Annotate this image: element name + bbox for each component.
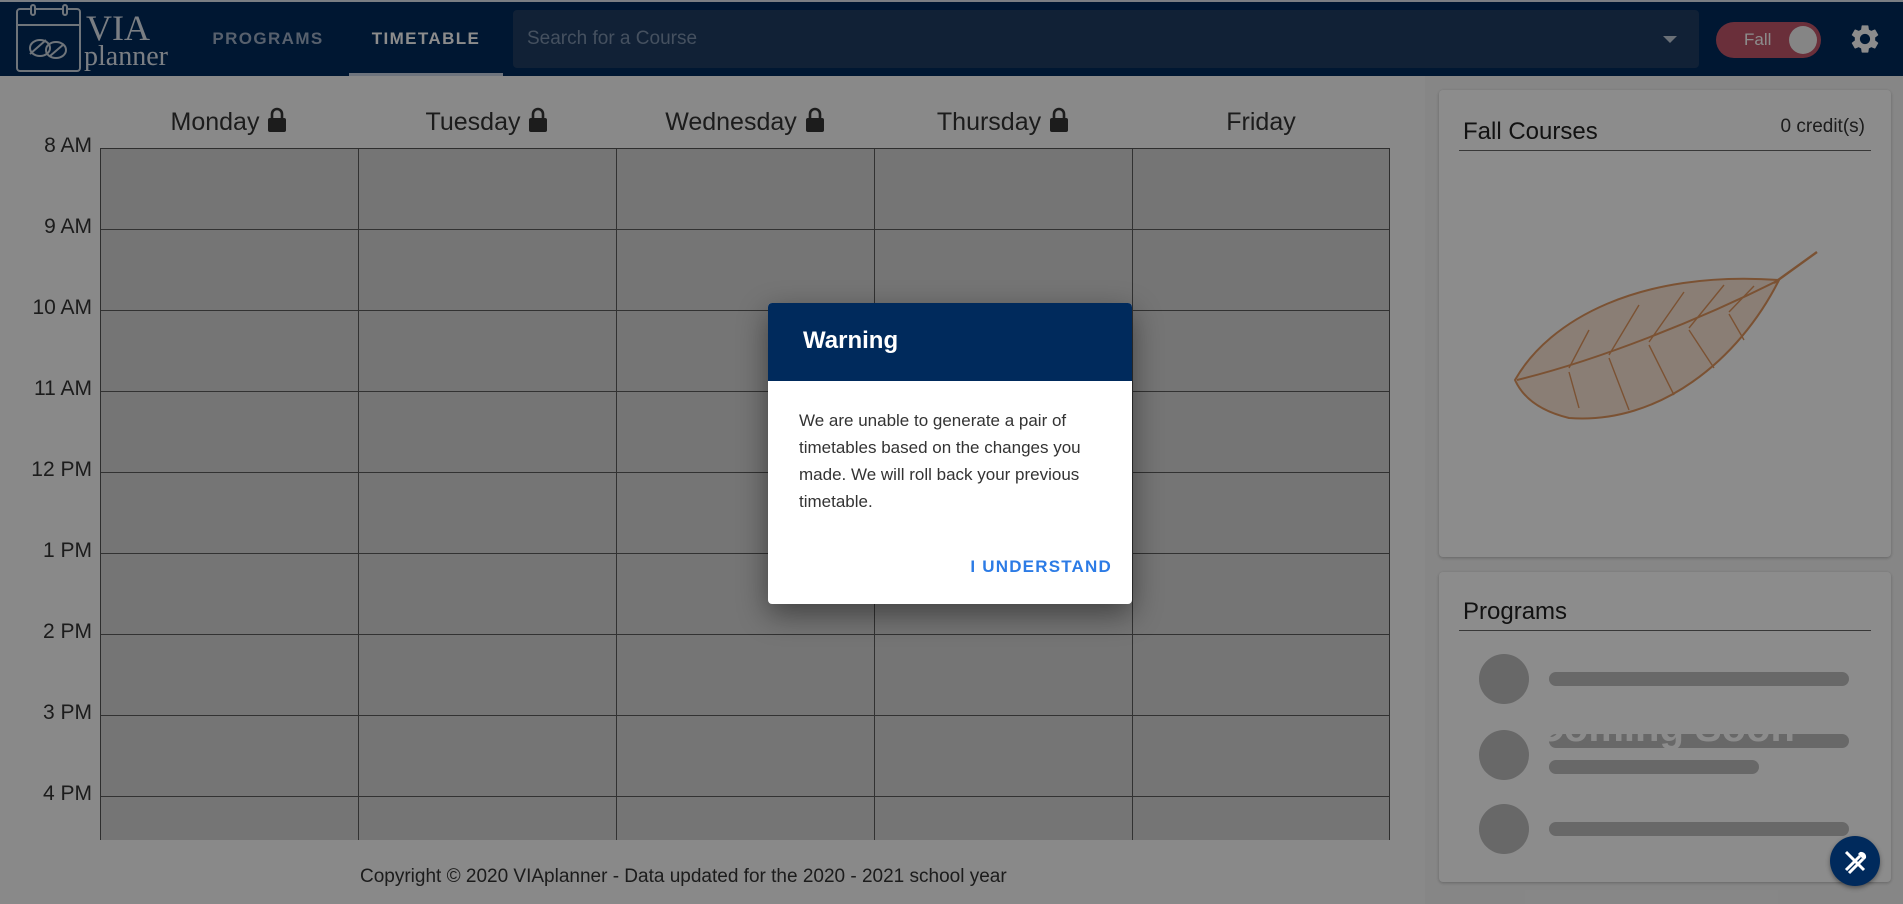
tools-icon: [1844, 850, 1867, 875]
tools-button[interactable]: [1830, 836, 1880, 886]
dialog-message: We are unable to generate a pair of time…: [799, 411, 1081, 511]
dialog-title: Warning: [803, 327, 899, 354]
dialog-header: Warning: [768, 303, 1132, 381]
i-understand-button[interactable]: I UNDERSTAND: [970, 557, 1112, 577]
warning-dialog: Warning We are unable to generate a pair…: [768, 303, 1132, 604]
